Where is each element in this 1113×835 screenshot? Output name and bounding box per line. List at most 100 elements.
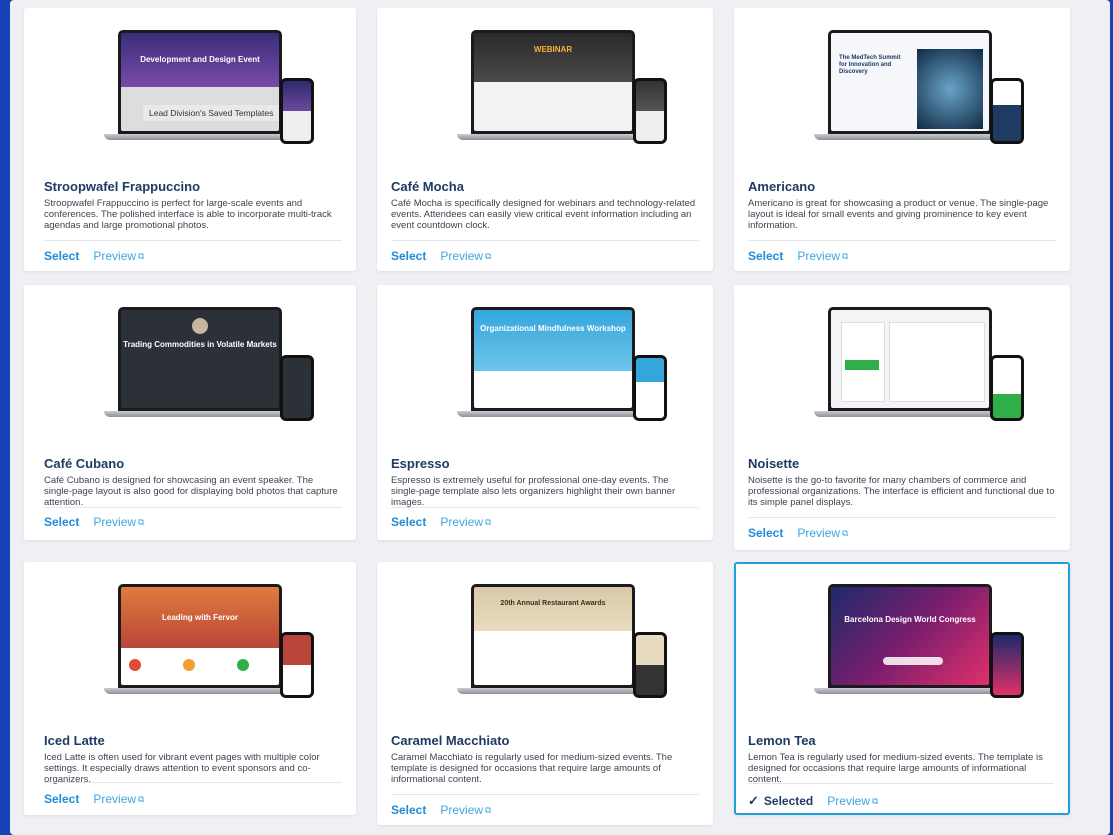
template-thumbnail: Development and Design Event Lead Divisi… (24, 8, 356, 168)
external-link-icon: ⧉ (871, 795, 879, 806)
template-description: Café Cubano is designed for showcasing a… (44, 475, 338, 508)
laptop-mockup: WEBINAR (457, 30, 667, 144)
divider (44, 782, 342, 783)
preview-link[interactable]: Preview ⧉ (93, 249, 144, 263)
template-thumbnail: 20th Annual Restaurant Awards (377, 562, 713, 722)
divider (44, 507, 342, 508)
preview-label: Preview (827, 794, 870, 808)
divider (44, 240, 342, 241)
screen-overlay-label: Lead Division's Saved Templates (143, 105, 279, 121)
template-name: Café Cubano (44, 456, 125, 471)
preview-label: Preview (797, 526, 841, 540)
laptop-mockup: The MedTech Summit for Innovation and Di… (814, 30, 1024, 144)
external-link-icon: ⧉ (138, 793, 145, 804)
select-button[interactable]: Select (391, 249, 426, 263)
divider (748, 783, 1054, 784)
template-card-lemon-tea: Barcelona Design World Congress Lemon Te… (734, 562, 1070, 815)
preview-link[interactable]: Preview ⧉ (93, 792, 144, 806)
template-name: Stroopwafel Frappuccino (44, 179, 201, 194)
divider (391, 794, 699, 795)
preview-link[interactable]: Preview ⧉ (440, 803, 491, 817)
select-button[interactable]: Select (391, 803, 426, 817)
screen-headline: Barcelona Design World Congress (844, 615, 976, 624)
template-description: Café Mocha is specifically designed for … (391, 198, 696, 231)
template-name: Iced Latte (44, 733, 105, 748)
laptop-mockup: Trading Commodities in Volatile Markets (104, 307, 314, 421)
template-card-cafe-cubano: Trading Commodities in Volatile Markets … (24, 285, 356, 540)
preview-label: Preview (440, 803, 484, 817)
preview-link[interactable]: Preview ⧉ (827, 794, 878, 808)
divider (748, 517, 1056, 518)
screen-headline: Organizational Mindfulness Workshop (480, 324, 626, 333)
template-card-americano: The MedTech Summit for Innovation and Di… (734, 8, 1070, 271)
template-description: Lemon Tea is regularly used for medium-s… (748, 752, 1043, 785)
screen-headline: Trading Commodities in Volatile Markets (123, 340, 277, 349)
laptop-mockup (814, 307, 1024, 421)
template-card-cafe-mocha: WEBINAR Café Mocha Café Mocha is specifi… (377, 8, 713, 271)
select-button[interactable]: Select (44, 515, 79, 529)
template-description: Iced Latte is often used for vibrant eve… (44, 752, 320, 785)
screen-headline: 20th Annual Restaurant Awards (500, 600, 606, 607)
laptop-mockup: Leading with Fervor (104, 584, 314, 698)
template-name: Noisette (748, 456, 800, 471)
divider (748, 240, 1056, 241)
external-link-icon: ⧉ (485, 250, 492, 261)
screen-headline: The MedTech Summit for Innovation and Di… (839, 55, 901, 75)
selected-label: Selected (763, 794, 814, 808)
preview-label: Preview (93, 515, 137, 529)
template-thumbnail: Organizational Mindfulness Workshop (377, 285, 713, 445)
preview-link[interactable]: Preview ⧉ (93, 515, 144, 529)
template-thumbnail: Trading Commodities in Volatile Markets (24, 285, 356, 445)
screen-headline: Development and Design Event (140, 55, 260, 64)
check-icon: ✓ (748, 793, 759, 808)
select-button[interactable]: Select (391, 515, 426, 529)
template-name: Americano (748, 179, 816, 194)
laptop-mockup: Development and Design Event Lead Divisi… (104, 30, 314, 144)
template-card-noisette: Noisette Noisette is the go-to favorite … (734, 285, 1070, 550)
select-button[interactable]: Select (748, 249, 783, 263)
template-thumbnail: Leading with Fervor (24, 562, 356, 722)
select-button[interactable]: Select (44, 249, 79, 263)
template-name: Espresso (391, 456, 450, 471)
select-button[interactable]: Select (44, 792, 79, 806)
external-link-icon: ⧉ (138, 250, 145, 261)
preview-label: Preview (797, 249, 841, 263)
template-name: Lemon Tea (748, 733, 816, 748)
preview-link[interactable]: Preview ⧉ (440, 249, 491, 263)
external-link-icon: ⧉ (485, 804, 492, 815)
preview-link[interactable]: Preview ⧉ (797, 249, 848, 263)
screen-headline: Leading with Fervor (161, 613, 238, 622)
selected-indicator[interactable]: ✓ Selected (748, 793, 813, 809)
template-name: Café Mocha (391, 179, 464, 194)
select-button[interactable]: Select (748, 526, 783, 540)
template-name: Caramel Macchiato (391, 733, 510, 748)
template-description: Noisette is the go-to favorite for many … (748, 475, 1055, 508)
template-card-caramel-macchiato: 20th Annual Restaurant Awards Caramel Ma… (377, 562, 713, 825)
external-link-icon: ⧉ (842, 250, 849, 261)
template-description: Americano is great for showcasing a prod… (748, 198, 1049, 231)
preview-label: Preview (440, 515, 484, 529)
template-thumbnail: WEBINAR (377, 8, 713, 168)
template-thumbnail: Barcelona Design World Congress (736, 564, 1068, 724)
preview-link[interactable]: Preview ⧉ (797, 526, 848, 540)
template-card-iced-latte: Leading with Fervor Iced Latte Iced Latt… (24, 562, 356, 815)
divider (391, 240, 699, 241)
laptop-mockup: Barcelona Design World Congress (814, 584, 1024, 698)
preview-link[interactable]: Preview ⧉ (440, 515, 491, 529)
external-link-icon: ⧉ (485, 516, 492, 527)
preview-label: Preview (93, 792, 137, 806)
preview-label: Preview (93, 249, 137, 263)
preview-label: Preview (440, 249, 484, 263)
template-card-stroopwafel: Development and Design Event Lead Divisi… (24, 8, 356, 271)
template-card-espresso: Organizational Mindfulness Workshop Espr… (377, 285, 713, 540)
external-link-icon: ⧉ (138, 516, 145, 527)
external-link-icon: ⧉ (842, 527, 849, 538)
template-thumbnail: The MedTech Summit for Innovation and Di… (734, 8, 1070, 168)
template-thumbnail (734, 285, 1070, 445)
template-description: Espresso is extremely useful for profess… (391, 475, 676, 508)
screen-headline: WEBINAR (533, 45, 573, 54)
template-description: Stroopwafel Frappuccino is perfect for l… (44, 198, 332, 231)
laptop-mockup: 20th Annual Restaurant Awards (457, 584, 667, 698)
laptop-mockup: Organizational Mindfulness Workshop (457, 307, 667, 421)
divider (391, 507, 699, 508)
